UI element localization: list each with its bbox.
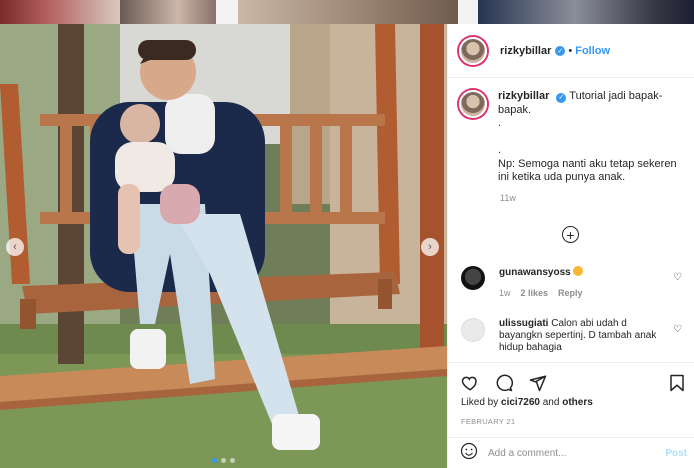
- caption-dot: .: [498, 117, 502, 129]
- carousel-dot: [221, 458, 226, 463]
- emoji-picker-button[interactable]: [460, 442, 478, 465]
- likes-summary: Liked by cici7260 and others: [461, 397, 593, 408]
- comment-icon: [496, 374, 513, 392]
- feed-thumbnail[interactable]: [0, 0, 120, 24]
- comment-username[interactable]: gunawansyoss: [499, 267, 571, 278]
- caption-username[interactable]: rizkybillar: [498, 90, 549, 102]
- caption-np: Np: Semoga nanti aku tetap sekeren ini k…: [498, 157, 677, 184]
- share-button[interactable]: [528, 373, 548, 393]
- post-side-panel: rizkybillar ✓ • Follow rizkybillar ✓ Tut…: [447, 24, 694, 468]
- comment-item: gunawansyoss 1w 2 likes Reply ♡: [461, 266, 686, 299]
- heart-icon[interactable]: ♡: [673, 272, 682, 283]
- caption-author-avatar[interactable]: [459, 90, 487, 118]
- likes-conjunction: and: [542, 397, 560, 408]
- likes-others[interactable]: others: [562, 397, 593, 408]
- plus-circle-icon: +: [566, 226, 575, 243]
- save-button[interactable]: [667, 373, 687, 393]
- caption-timestamp[interactable]: 11w: [500, 193, 689, 203]
- load-more-comments-button[interactable]: +: [562, 226, 579, 243]
- commenter-avatar[interactable]: [461, 318, 485, 342]
- photo-scene: [0, 24, 447, 468]
- verified-icon: ✓: [556, 92, 567, 103]
- comment-username[interactable]: ulissugiati: [499, 318, 548, 329]
- post-header: rizkybillar ✓ • Follow: [448, 24, 694, 78]
- chevron-left-icon: ‹: [13, 241, 17, 253]
- reply-button[interactable]: Reply: [558, 287, 583, 299]
- post-photo[interactable]: [0, 24, 447, 468]
- author-avatar[interactable]: [459, 36, 487, 65]
- feed-thumbnail[interactable]: [238, 0, 458, 24]
- feed-thumbnail[interactable]: [478, 0, 694, 24]
- chevron-right-icon: ›: [428, 241, 432, 253]
- caption: rizkybillar ✓ Tutorial jadi bapak-bapak.…: [459, 90, 689, 203]
- comment-time[interactable]: 1w: [499, 287, 511, 299]
- heart-icon[interactable]: ♡: [673, 324, 682, 335]
- carousel-dot: [212, 458, 217, 463]
- star-struck-emoji-icon: [573, 266, 584, 276]
- feed-thumbnail[interactable]: [120, 0, 216, 24]
- likes-prefix: Liked by: [461, 397, 499, 408]
- previous-photo-button[interactable]: ‹: [6, 238, 24, 256]
- share-icon: [529, 375, 547, 392]
- liked-by-user[interactable]: cici7260: [501, 397, 540, 408]
- feed-thumbnail-strip: [0, 0, 694, 24]
- caption-dot: .: [498, 144, 502, 156]
- comment-button[interactable]: [494, 373, 514, 393]
- verified-icon: ✓: [555, 45, 566, 56]
- next-photo-button[interactable]: ›: [421, 238, 439, 256]
- author-username[interactable]: rizkybillar: [500, 45, 551, 57]
- comment-item: ulissugiati Calon abi udah d bayangkn se…: [461, 318, 686, 354]
- add-comment-bar: Post: [448, 437, 694, 468]
- separator: •: [568, 44, 573, 57]
- post-actions: Liked by cici7260 and others FEBRUARY 21…: [448, 362, 694, 468]
- comment-likes[interactable]: 2 likes: [521, 287, 549, 299]
- follow-button[interactable]: Follow: [575, 45, 610, 57]
- caption-text: rizkybillar ✓ Tutorial jadi bapak-bapak.…: [498, 90, 689, 185]
- carousel-indicator: [212, 458, 235, 463]
- post-date[interactable]: FEBRUARY 21: [461, 417, 515, 426]
- comment-input[interactable]: [488, 448, 648, 459]
- carousel-dot: [230, 458, 235, 463]
- like-button[interactable]: [460, 373, 480, 393]
- post-comment-button[interactable]: Post: [665, 448, 687, 459]
- smiley-icon: [460, 442, 478, 460]
- instagram-post-modal: ‹ › rizkybillar ✓ • Follow rizkybillar ✓…: [0, 0, 694, 468]
- heart-icon: [461, 376, 477, 391]
- bookmark-icon: [670, 374, 684, 392]
- commenter-avatar[interactable]: [461, 266, 485, 290]
